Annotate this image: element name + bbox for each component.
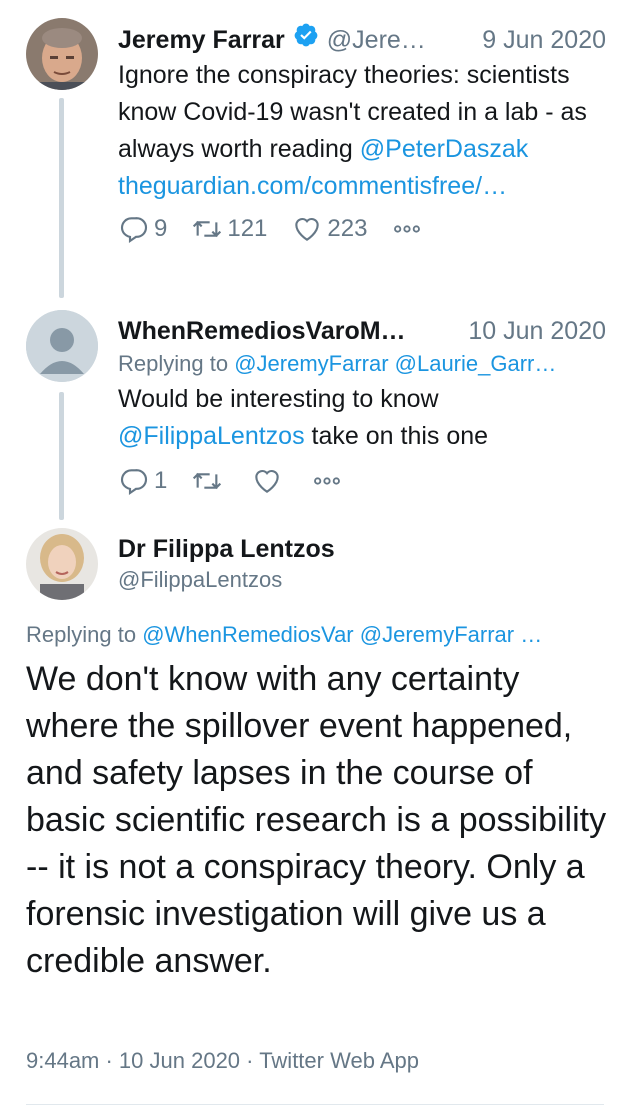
- heart-icon: [295, 217, 320, 241]
- author-name[interactable]: Jeremy Farrar: [118, 25, 285, 55]
- replying-to: Replying to @WhenRemediosVar @JeremyFarr…: [26, 620, 606, 650]
- reply-button[interactable]: 9: [118, 213, 167, 245]
- retweet-button[interactable]: 121: [191, 213, 267, 245]
- retweet-icon: [193, 472, 222, 490]
- retweet-button[interactable]: [191, 465, 227, 497]
- main-tweet-text: We don't know with any certainty where t…: [26, 660, 607, 980]
- more-button[interactable]: [311, 465, 347, 497]
- more-icon: [314, 477, 341, 485]
- mention-link[interactable]: @FilippaLentzos: [118, 422, 305, 450]
- retweet-count: 121: [227, 215, 268, 242]
- divider: [26, 1104, 604, 1105]
- reply-count: 9: [154, 215, 168, 242]
- more-button[interactable]: [391, 213, 427, 245]
- more-icon: [394, 225, 421, 233]
- avatar-filippa-lentzos[interactable]: [26, 528, 98, 600]
- reply-icon: [120, 469, 148, 496]
- tweet-body-cont: take on this one: [304, 422, 489, 450]
- thread-line: [59, 392, 64, 520]
- tweet-date[interactable]: 10 Jun 2020: [468, 316, 606, 346]
- tweet-actions: 9 121 223: [118, 211, 606, 247]
- replying-mentions[interactable]: @JeremyFarrar @Laurie_Garr…: [234, 351, 556, 376]
- tweet-1[interactable]: Jeremy Farrar @Jere… 9 Jun 2020 Ignore t…: [0, 0, 630, 310]
- replying-mentions[interactable]: @WhenRemediosVar @JeremyFarrar …: [142, 622, 542, 647]
- tweet-text: Would be interesting to know @FilippaLen…: [118, 381, 606, 455]
- author-name[interactable]: Dr Filippa Lentzos: [118, 534, 598, 564]
- verified-badge-icon: [293, 22, 319, 48]
- author-handle[interactable]: @FilippaLentzos: [118, 564, 598, 596]
- avatar-default[interactable]: [26, 310, 98, 382]
- like-count: 223: [327, 215, 368, 242]
- retweet-icon: [193, 220, 222, 238]
- tweet-body: Would be interesting to know: [118, 385, 439, 413]
- author-name[interactable]: WhenRemediosVaroM…: [118, 316, 456, 346]
- tweet-2[interactable]: WhenRemediosVaroM… 10 Jun 2020 Replying …: [0, 310, 630, 520]
- replying-label: Replying to: [26, 622, 143, 647]
- reply-icon: [120, 217, 148, 244]
- mention-link[interactable]: @PeterDaszak: [360, 135, 529, 163]
- heart-icon: [255, 469, 280, 493]
- replying-to: Replying to @JeremyFarrar @Laurie_Garr…: [118, 349, 606, 379]
- tweet-actions: 1: [118, 463, 606, 499]
- tweet-text: Ignore the conspiracy theories: scientis…: [118, 57, 606, 205]
- tweet-timestamp[interactable]: 9:44am · 10 Jun 2020 · Twitter Web App: [26, 1048, 419, 1074]
- like-button[interactable]: 223: [291, 213, 367, 245]
- replying-label: Replying to: [118, 351, 235, 376]
- thread-line: [59, 98, 64, 298]
- main-tweet: Dr Filippa Lentzos @FilippaLentzos Reply…: [0, 520, 630, 1116]
- url-link[interactable]: theguardian.com/commentisfree/…: [118, 172, 507, 200]
- avatar-jeremy-farrar[interactable]: [26, 18, 98, 90]
- author-handle[interactable]: @Jere…: [327, 25, 470, 55]
- reply-button[interactable]: 1: [118, 465, 167, 497]
- like-button[interactable]: [251, 465, 287, 497]
- reply-count: 1: [154, 467, 168, 494]
- tweet-date[interactable]: 9 Jun 2020: [482, 25, 606, 55]
